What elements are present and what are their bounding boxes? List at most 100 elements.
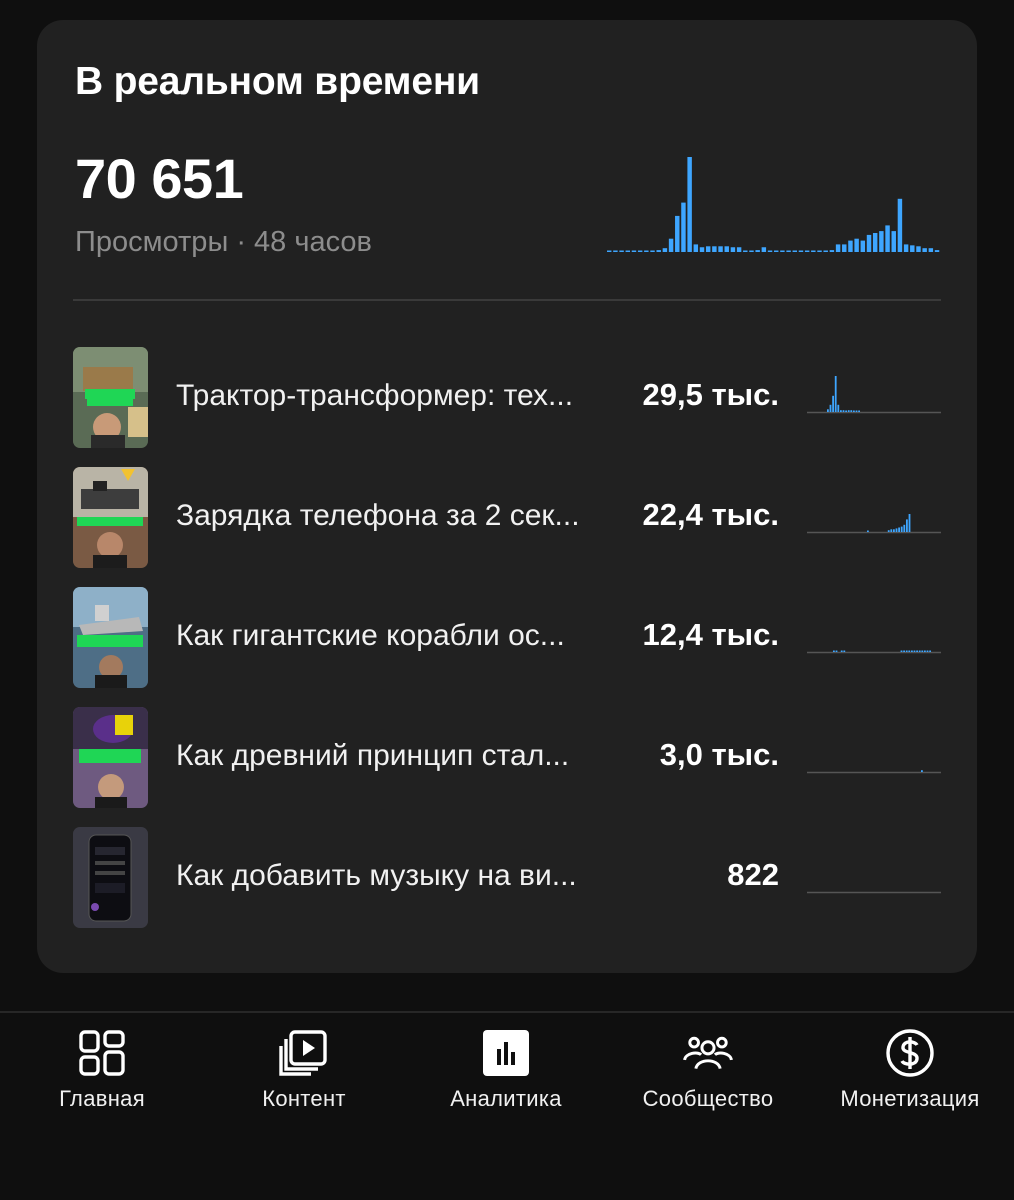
chart-bar [730, 247, 736, 252]
views-total: 70 651 [75, 147, 244, 210]
video-title-3[interactable]: Как гигантские корабли ос... [176, 619, 626, 653]
video-thumbnail-2[interactable] [73, 467, 148, 568]
chart-bar [668, 238, 674, 252]
chart-bar [842, 244, 847, 252]
sparkline-bar [853, 410, 855, 412]
chart-bar [817, 250, 822, 252]
sparkline-bar [843, 650, 846, 652]
chart-bar [811, 250, 816, 252]
sparkline-bar [829, 404, 832, 412]
nav-home[interactable]: Главная [2, 1013, 202, 1133]
video-sparkline-4 [807, 770, 941, 774]
sparkline-bar [903, 524, 906, 532]
video-sparkline-2 [807, 514, 941, 534]
sparkline-bar [847, 410, 850, 412]
sparkline-bar [906, 519, 908, 532]
chart-bar [693, 244, 699, 252]
video-thumbnail-5[interactable] [73, 827, 148, 928]
video-thumbnail-1[interactable] [73, 347, 148, 448]
nav-analytics[interactable]: Аналитика [406, 1013, 606, 1133]
chart-bar [644, 250, 649, 252]
chart-bar [637, 250, 643, 252]
nav-community[interactable]: Сообщество [608, 1013, 808, 1133]
video-row-4[interactable]: Как древний принцип стал... 3,0 тыс. [73, 707, 941, 809]
nav-home-label: Главная [59, 1086, 145, 1111]
sparkline-bar [845, 410, 847, 412]
chart-bar [675, 215, 680, 252]
video-title-4[interactable]: Как древний принцип стал... [176, 739, 626, 773]
video-thumbnail-3[interactable] [73, 587, 148, 688]
analytics-icon [483, 1030, 529, 1076]
chart-bar [607, 250, 612, 252]
sparkline-bar [918, 650, 921, 652]
chart-bar [631, 250, 637, 252]
chart-bar [829, 250, 835, 252]
chart-bar [761, 247, 767, 252]
sparkline-bar [903, 650, 905, 652]
chart-bar [613, 250, 618, 252]
chart-bar [687, 157, 692, 252]
sparkline-bar [908, 514, 911, 532]
video-row-2[interactable]: Зарядка телефона за 2 сек... 22,4 тыс. [73, 467, 941, 569]
chart-bar [848, 240, 853, 252]
nav-monetization[interactable]: Монетизация [810, 1013, 1010, 1133]
chart-bar [885, 225, 890, 252]
chart-bar [916, 246, 921, 252]
video-thumbnail-4[interactable] [73, 707, 148, 808]
chart-bar [928, 248, 934, 252]
chart-bar [749, 250, 754, 252]
chart-bar [804, 250, 810, 252]
video-sparkline-3 [807, 650, 941, 654]
sparkline-bar [858, 410, 860, 412]
sparkline-bar [921, 770, 923, 772]
sparkline-bar [842, 410, 845, 412]
video-title-1[interactable]: Трактор-трансформер: тех... [176, 379, 626, 413]
sparkline-bar [929, 650, 931, 652]
chart-bar [786, 250, 791, 252]
chart-bar [718, 246, 723, 252]
video-row-1[interactable]: Трактор-трансформер: тех... 29,5 тыс. [73, 347, 941, 449]
sparkline-bar [867, 530, 869, 532]
views-48h-chart [607, 157, 940, 252]
video-row-3[interactable]: Как гигантские корабли ос... 12,4 тыс. [73, 587, 941, 689]
chart-bar [891, 231, 896, 252]
chart-bar [656, 250, 661, 252]
sparkline-bar [840, 650, 843, 652]
chart-bar [854, 238, 859, 252]
nav-content[interactable]: Контент [204, 1013, 404, 1133]
content-library-icon [279, 1030, 327, 1076]
sparkline-bar [833, 650, 835, 652]
sparkline-bar [926, 650, 929, 652]
home-grid-icon [79, 1030, 125, 1076]
sparkline-bar [898, 527, 900, 532]
chart-bar [780, 250, 785, 252]
sparkline-bar [890, 529, 893, 532]
sparkline-bar [893, 529, 895, 532]
chart-bar [736, 247, 742, 252]
monetization-dollar-icon [886, 1029, 934, 1077]
chart-bar [903, 244, 909, 252]
video-title-2[interactable]: Зарядка телефона за 2 сек... [176, 499, 626, 533]
video-views-1: 29,5 тыс. [642, 377, 779, 412]
video-title-5[interactable]: Как добавить музыку на ви... [176, 859, 626, 893]
chart-bar [860, 240, 866, 252]
sparkline-bar [921, 650, 924, 652]
video-row-5[interactable]: Как добавить музыку на ви... 822 [73, 827, 941, 929]
chart-bar [835, 244, 841, 252]
video-views-3: 12,4 тыс. [642, 617, 779, 652]
sparkline-bar [913, 650, 916, 652]
realtime-card[interactable]: В реальном времени 70 651 Просмотры · 48… [37, 20, 977, 973]
sparkline-bar [900, 650, 903, 652]
nav-monetization-label: Монетизация [840, 1086, 980, 1111]
sparkline-bar [835, 650, 838, 652]
sparkline-bar [855, 410, 858, 412]
chart-bar [650, 250, 655, 252]
nav-community-label: Сообщество [642, 1086, 774, 1111]
sparkline-bar [905, 650, 908, 652]
chart-bar [681, 202, 686, 252]
card-title: В реальном времени [75, 60, 480, 103]
chart-bar [823, 250, 828, 252]
video-sparkline-5 [807, 891, 941, 894]
views-caption: Просмотры · 48 часов [75, 226, 372, 258]
chart-bar [922, 248, 927, 252]
